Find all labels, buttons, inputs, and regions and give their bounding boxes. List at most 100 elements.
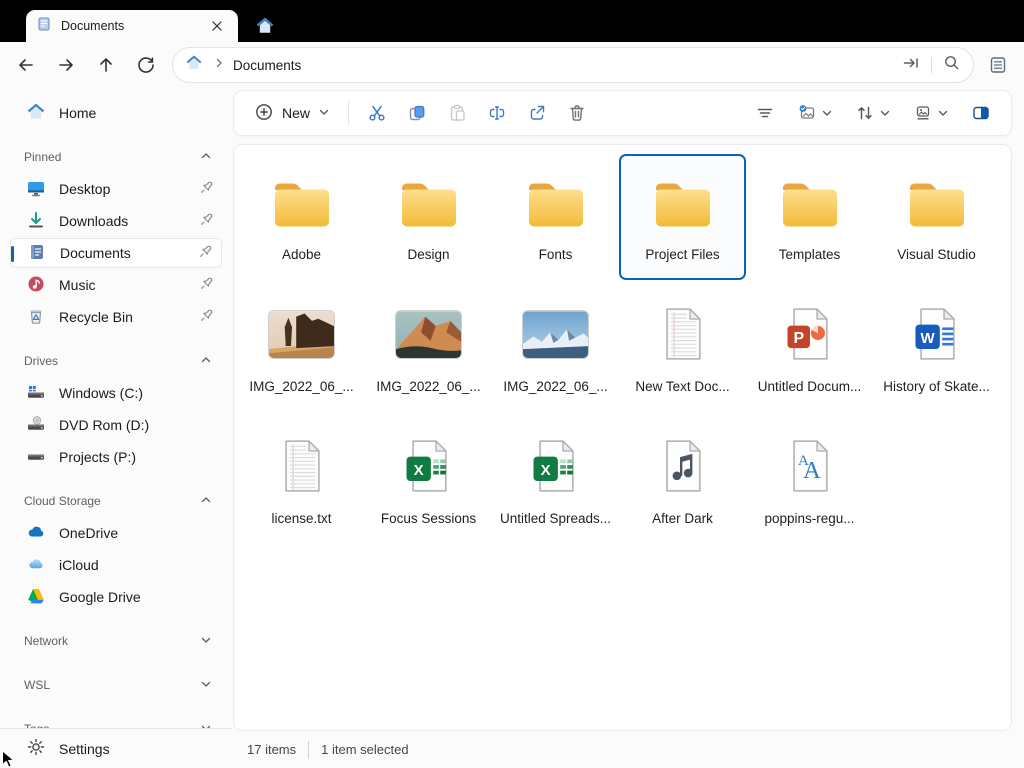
file-item-design[interactable]: Design bbox=[365, 154, 492, 280]
documents-icon bbox=[27, 242, 47, 265]
file-item-label: IMG_2022_06_... bbox=[249, 379, 354, 394]
section-header-pinned[interactable]: Pinned bbox=[10, 142, 222, 172]
new-button[interactable]: New bbox=[244, 96, 340, 131]
chevron-down-icon bbox=[200, 634, 212, 649]
file-item-visual-studio[interactable]: Visual Studio bbox=[873, 154, 1000, 280]
sidebar-item-recycle-bin[interactable]: Recycle Bin bbox=[10, 302, 222, 332]
filter-icon[interactable] bbox=[745, 96, 785, 130]
home-tab-icon[interactable] bbox=[252, 13, 278, 39]
svg-text:P: P bbox=[793, 330, 804, 347]
file-item-focus-sessions[interactable]: X Focus Sessions bbox=[365, 418, 492, 544]
go-to-icon[interactable] bbox=[901, 53, 921, 78]
up-icon[interactable] bbox=[86, 48, 126, 82]
sidebar-item-music[interactable]: Music bbox=[10, 270, 222, 300]
file-item-fonts[interactable]: Fonts bbox=[492, 154, 619, 280]
search-icon[interactable] bbox=[942, 53, 961, 77]
tab-close-icon[interactable] bbox=[206, 15, 228, 37]
address-bar[interactable]: Documents bbox=[172, 47, 974, 83]
section-header-wsl[interactable]: WSL bbox=[10, 670, 222, 700]
file-item-label: Design bbox=[407, 247, 450, 262]
chevron-up-icon bbox=[200, 494, 212, 509]
sidebar-item-label: Downloads bbox=[59, 213, 129, 229]
file-item-untitled-docum[interactable]: P Untitled Docum... bbox=[746, 286, 873, 412]
pin-icon[interactable] bbox=[198, 244, 213, 262]
sidebar-item-windows-c[interactable]: Windows (C:) bbox=[10, 378, 222, 408]
paste-icon[interactable] bbox=[437, 96, 477, 130]
rename-icon[interactable] bbox=[477, 96, 517, 130]
tab-documents[interactable]: Documents bbox=[26, 10, 238, 42]
forward-icon[interactable] bbox=[46, 48, 86, 82]
file-item-untitled-spreads[interactable]: X Untitled Spreads... bbox=[492, 418, 619, 544]
settings-label: Settings bbox=[59, 740, 110, 757]
pin-icon[interactable] bbox=[199, 276, 214, 294]
file-item-license-txt[interactable]: license.txt bbox=[238, 418, 365, 544]
image-snow-icon bbox=[522, 296, 589, 372]
file-item-img-2022-06[interactable]: IMG_2022_06_... bbox=[238, 286, 365, 412]
file-item-label: license.txt bbox=[271, 511, 332, 526]
folder-icon bbox=[521, 164, 591, 240]
home-icon[interactable] bbox=[185, 54, 203, 77]
file-item-label: History of Skate... bbox=[883, 379, 990, 394]
chevron-up-icon bbox=[200, 150, 212, 165]
sidebar-item-documents[interactable]: Documents bbox=[10, 238, 222, 268]
sidebar-item-downloads[interactable]: Downloads bbox=[10, 206, 222, 236]
pin-icon[interactable] bbox=[199, 180, 214, 198]
section-header-network[interactable]: Network bbox=[10, 626, 222, 656]
toolbar-view-controls bbox=[745, 96, 1001, 130]
pin-icon[interactable] bbox=[199, 308, 214, 326]
file-item-label: IMG_2022_06_... bbox=[503, 379, 608, 394]
preview-pane-icon[interactable] bbox=[961, 96, 1001, 130]
file-item-after-dark[interactable]: After Dark bbox=[619, 418, 746, 544]
file-item-poppins-regu[interactable]: A A poppins-regu... bbox=[746, 418, 873, 544]
sidebar-item-icloud[interactable]: iCloud bbox=[10, 550, 222, 580]
sidebar-item-label: Desktop bbox=[59, 181, 111, 197]
view-icon[interactable] bbox=[903, 96, 959, 130]
section-header-drives[interactable]: Drives bbox=[10, 346, 222, 376]
file-item-history-of-skate[interactable]: W History of Skate... bbox=[873, 286, 1000, 412]
file-item-label: Adobe bbox=[281, 247, 322, 262]
image-mountain-icon bbox=[395, 296, 462, 372]
file-item-img-2022-06[interactable]: IMG_2022_06_... bbox=[492, 286, 619, 412]
file-item-label: IMG_2022_06_... bbox=[376, 379, 481, 394]
svg-text:X: X bbox=[413, 462, 423, 479]
copy-icon[interactable] bbox=[397, 96, 437, 130]
drive-icon bbox=[26, 446, 46, 469]
sidebar-item-projects-p[interactable]: Projects (P:) bbox=[10, 442, 222, 472]
cut-icon[interactable] bbox=[357, 96, 397, 130]
file-item-label: Fonts bbox=[538, 247, 573, 262]
section-header-cloud-storage[interactable]: Cloud Storage bbox=[10, 486, 222, 516]
sidebar-item-home[interactable]: Home bbox=[10, 98, 222, 128]
pin-icon[interactable] bbox=[199, 212, 214, 230]
breadcrumb[interactable]: Documents bbox=[233, 58, 301, 73]
powerpoint-icon: P bbox=[780, 296, 840, 372]
sidebar-item-label: OneDrive bbox=[59, 525, 119, 541]
section-label: Drives bbox=[24, 354, 59, 368]
sidebar-item-onedrive[interactable]: OneDrive bbox=[10, 518, 222, 548]
sidebar-sections: Pinned Desktop Downloads Documents Music Recy… bbox=[10, 142, 222, 744]
delete-icon[interactable] bbox=[557, 96, 597, 130]
file-item-project-files[interactable]: Project Files bbox=[619, 154, 746, 280]
svg-text:X: X bbox=[540, 462, 550, 479]
file-item-new-text-doc[interactable]: New Text Doc... bbox=[619, 286, 746, 412]
sidebar-item-google-drive[interactable]: Google Drive bbox=[10, 582, 222, 612]
sidebar-item-settings[interactable]: Settings bbox=[0, 728, 232, 768]
share-icon[interactable] bbox=[517, 96, 557, 130]
file-item-img-2022-06[interactable]: IMG_2022_06_... bbox=[365, 286, 492, 412]
chevron-down-icon bbox=[200, 678, 212, 693]
sidebar-item-label: DVD Rom (D:) bbox=[59, 417, 150, 433]
home-icon bbox=[26, 102, 46, 125]
file-item-templates[interactable]: Templates bbox=[746, 154, 873, 280]
audio-icon bbox=[653, 428, 713, 504]
google-drive-icon bbox=[26, 586, 46, 609]
file-grid: Adobe Design Fonts Project Files Templates Vi… bbox=[238, 151, 1007, 547]
sidebar-item-dvd-rom-d[interactable]: DVD Rom (D:) bbox=[10, 410, 222, 440]
sidebar-item-desktop[interactable]: Desktop bbox=[10, 174, 222, 204]
file-item-label: After Dark bbox=[652, 511, 713, 526]
refresh-icon[interactable] bbox=[126, 48, 166, 82]
back-icon[interactable] bbox=[6, 48, 46, 82]
tasks-icon[interactable] bbox=[984, 51, 1012, 79]
sort-icon[interactable] bbox=[845, 96, 901, 130]
document-tab-icon bbox=[36, 16, 52, 37]
selection-icon[interactable] bbox=[787, 96, 843, 130]
file-item-adobe[interactable]: Adobe bbox=[238, 154, 365, 280]
